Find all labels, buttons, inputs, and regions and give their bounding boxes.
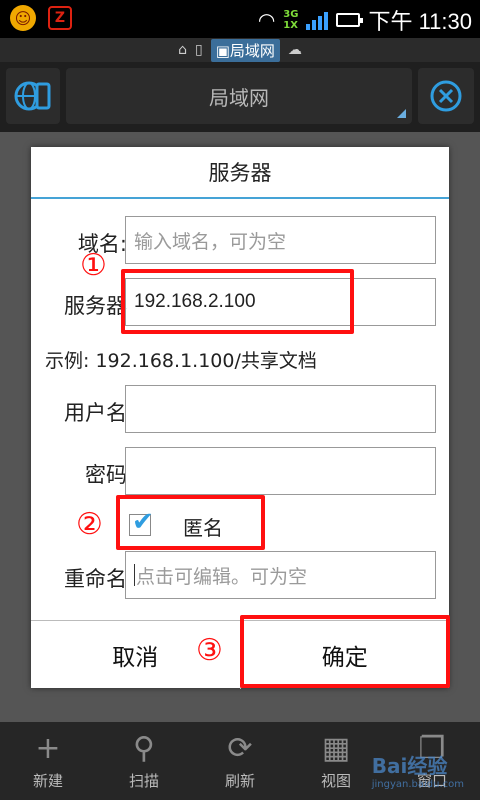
bottom-nav-view[interactable]: ▦ 视图 — [288, 722, 384, 800]
close-circle-icon — [430, 80, 462, 112]
example-text: 示例: 192.168.1.100/共享文档 — [45, 346, 317, 373]
network-device-button[interactable] — [6, 68, 60, 124]
bottom-nav-refresh-label: 刷新 — [224, 771, 255, 790]
phone-icon[interactable]: ▯ — [195, 42, 203, 58]
password-input[interactable] — [125, 447, 436, 495]
username-label: 用户名 — [64, 401, 127, 425]
domain-placeholder: 输入域名，可为空 — [134, 231, 287, 253]
location-dropdown[interactable]: 局域网 — [66, 68, 412, 124]
rename-placeholder: 点击可编辑。可为空 — [136, 566, 308, 588]
status-bar: ☺ Z ◠ 3G 1X 下午 11:30 — [0, 0, 480, 38]
baidu-watermark: Bai经验 jingyan.baidu.com — [372, 750, 464, 790]
text-cursor — [134, 564, 135, 586]
annotation-step-2: ② — [76, 507, 103, 542]
wifi-icon: ◠ — [257, 8, 276, 32]
annotation-step-1: ① — [80, 248, 107, 283]
watermark-main: Bai经验 — [371, 754, 448, 778]
grid-icon: ▦ — [321, 730, 351, 766]
dialog-title: 服务器 — [31, 147, 449, 199]
cloud-icon[interactable]: ☁ — [288, 42, 302, 58]
bottom-nav-scan[interactable]: ⚲ 扫描 — [96, 722, 192, 800]
signal-icon — [306, 10, 329, 30]
globe-phone-icon — [14, 81, 51, 111]
server-dialog: 服务器 域名: 输入域名，可为空 服务器 192.168.2.100 示例: 1… — [31, 147, 449, 689]
server-label: 服务器 — [64, 294, 127, 318]
toolbar-title: 局域网 — [209, 85, 269, 110]
password-label: 密码 — [85, 463, 127, 487]
watermark-sub: jingyan.baidu.com — [371, 779, 464, 790]
username-input[interactable] — [125, 385, 436, 433]
network-type-1x: 1X — [283, 20, 298, 31]
refresh-icon: ⟳ — [227, 730, 253, 766]
bottom-nav: + 新建 ⚲ 扫描 ⟳ 刷新 ▦ 视图 ❐ 窗口 Bai经验 jingyan.b… — [0, 722, 480, 800]
rename-input[interactable]: 点击可编辑。可为空 — [125, 551, 436, 599]
example-label: 示例: — [45, 350, 90, 372]
breadcrumb-current-label: 局域网 — [229, 41, 275, 60]
toolbar: 局域网 — [0, 62, 480, 132]
annotation-box-ok — [240, 615, 450, 688]
bottom-nav-refresh[interactable]: ⟳ 刷新 — [192, 722, 288, 800]
breadcrumb: ⌂ ▯ ▣局域网 ☁ — [0, 38, 480, 62]
smiley-app-icon: ☺ — [10, 5, 36, 31]
home-icon[interactable]: ⌂ — [178, 42, 187, 58]
network-type-3g: 3G — [283, 9, 299, 20]
network-type: 3G 1X — [283, 9, 298, 31]
z-app-icon: Z — [48, 6, 72, 30]
clock: 下午 11:30 — [368, 9, 472, 34]
annotation-step-3: ③ — [196, 633, 223, 668]
bottom-nav-new[interactable]: + 新建 — [0, 722, 96, 800]
bottom-nav-view-label: 视图 — [320, 771, 351, 790]
rename-label: 重命名 — [64, 567, 127, 591]
lan-small-icon: ▣ — [215, 41, 230, 60]
plus-icon: + — [35, 730, 61, 766]
battery-icon — [336, 13, 364, 27]
bottom-nav-scan-label: 扫描 — [128, 771, 159, 790]
annotation-box-anonymous — [116, 495, 265, 550]
domain-input[interactable]: 输入域名，可为空 — [125, 216, 436, 264]
example-value: 192.168.1.100/共享文档 — [95, 350, 317, 372]
bottom-nav-new-label: 新建 — [32, 771, 63, 790]
breadcrumb-current[interactable]: ▣局域网 — [210, 38, 280, 62]
dropdown-corner-icon — [397, 109, 406, 118]
annotation-box-server — [121, 269, 354, 334]
close-button[interactable] — [418, 68, 474, 124]
search-icon: ⚲ — [133, 730, 155, 766]
